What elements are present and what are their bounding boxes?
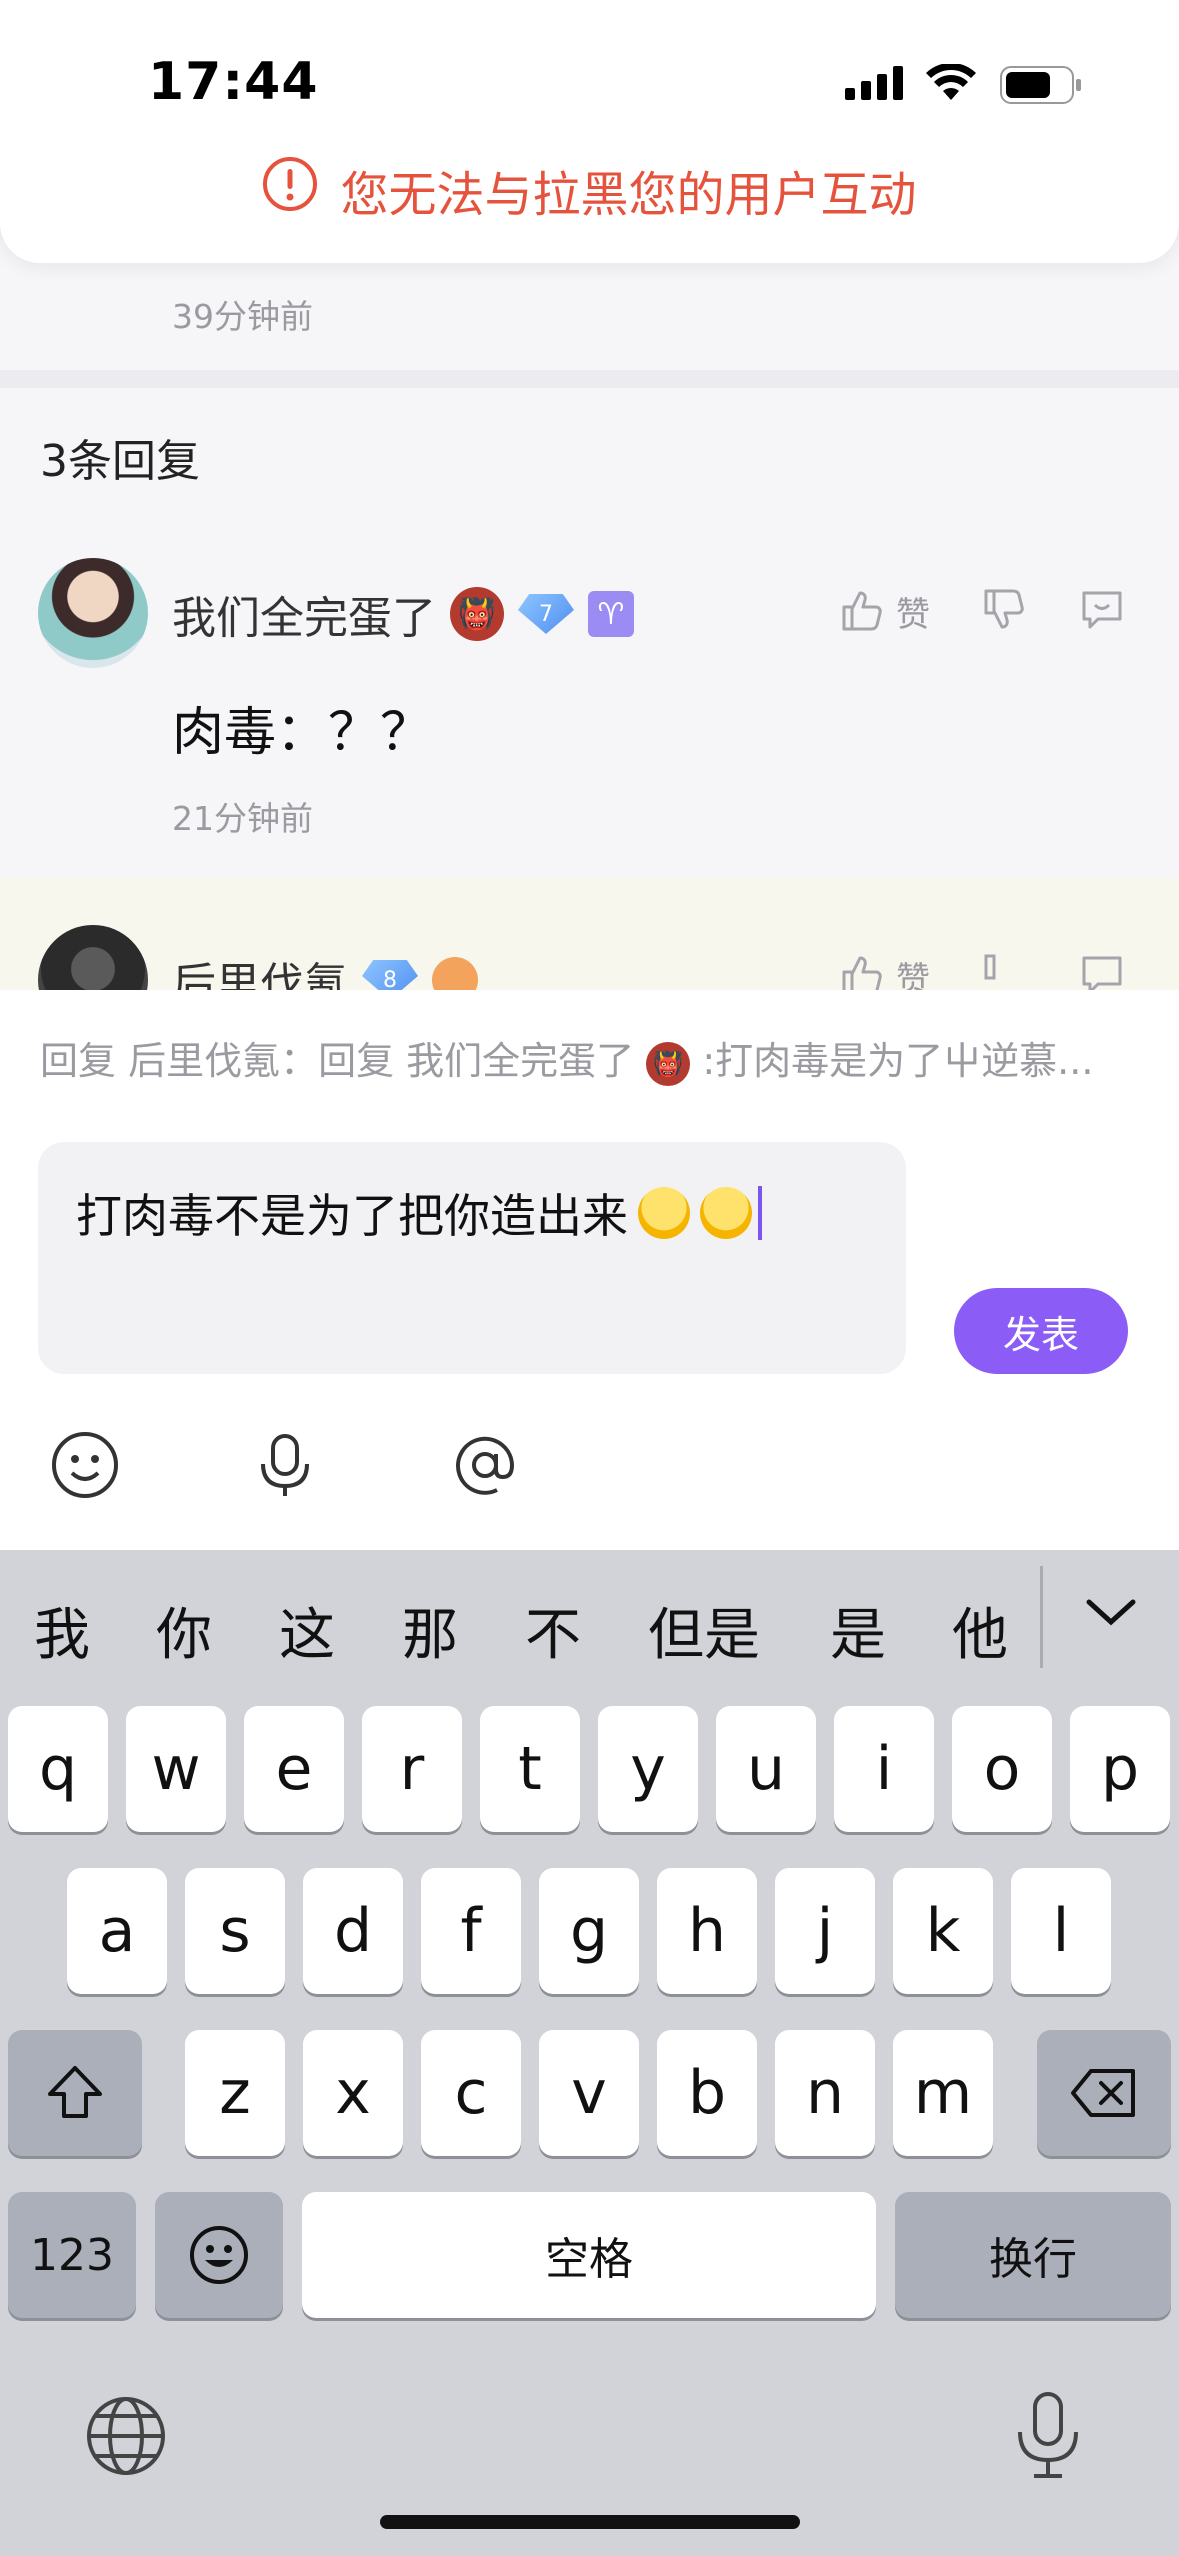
thumbs-down-icon <box>984 589 1024 629</box>
reply-username[interactable]: 我们全完蛋了 👹 7 ♈ <box>172 582 634 646</box>
key-l[interactable]: l <box>1011 1868 1111 1994</box>
key-n[interactable]: n <box>775 2030 875 2156</box>
previous-comment-time: 39分钟前 <box>172 297 313 336</box>
globe-icon <box>87 2397 165 2475</box>
key-t[interactable]: t <box>480 1706 580 1832</box>
level-badge: 7 <box>518 594 574 634</box>
key-w[interactable]: w <box>126 1706 226 1832</box>
devil-emoji-icon: 👹 <box>646 1041 691 1086</box>
key-x[interactable]: x <box>303 2030 403 2156</box>
backspace-icon <box>1071 2069 1135 2117</box>
candidate-bar: 我 你 这 那 不 但是 是 他 <box>0 1550 1179 1700</box>
key-u[interactable]: u <box>716 1706 816 1832</box>
delete-key[interactable] <box>1037 2030 1171 2156</box>
key-a[interactable]: a <box>67 1868 167 1994</box>
key-s[interactable]: s <box>185 1868 285 1994</box>
numbers-key[interactable]: 123 <box>8 2192 136 2318</box>
reply-target-hint: 回复 后里伐氪：回复 我们全完蛋了 👹 :打肉毒是为了屮逆慕... <box>40 1030 1140 1086</box>
shift-key[interactable] <box>8 2030 142 2156</box>
wifi-icon <box>925 62 977 106</box>
key-c[interactable]: c <box>421 2030 521 2156</box>
key-e[interactable]: e <box>244 1706 344 1832</box>
reply-content: 肉毒：？？ <box>172 703 433 763</box>
text-caret <box>758 1186 762 1240</box>
post-button[interactable]: 发表 <box>954 1288 1128 1374</box>
dislike-button[interactable] <box>980 585 1028 637</box>
battery-icon <box>1000 66 1082 108</box>
key-m[interactable]: m <box>893 2030 993 2156</box>
laughing-face-icon <box>700 1187 752 1239</box>
candidate-word[interactable]: 那 <box>402 1590 458 1671</box>
dictation-button[interactable] <box>1010 2390 1086 2484</box>
key-f[interactable]: f <box>421 1868 521 1994</box>
candidate-word[interactable]: 不 <box>525 1590 581 1671</box>
cellular-signal-icon <box>845 66 905 104</box>
candidate-word[interactable]: 是 <box>830 1590 886 1671</box>
mention-button[interactable] <box>450 1430 520 1504</box>
home-indicator[interactable] <box>380 2515 800 2529</box>
candidate-word[interactable]: 这 <box>279 1590 335 1671</box>
candidate-word[interactable]: 你 <box>156 1590 212 1671</box>
warning-icon <box>262 156 318 224</box>
key-p[interactable]: p <box>1070 1706 1170 1832</box>
key-o[interactable]: o <box>952 1706 1052 1832</box>
thumbs-up-icon <box>842 591 882 631</box>
space-key[interactable]: 空格 <box>302 2192 876 2318</box>
key-q[interactable]: q <box>8 1706 108 1832</box>
replies-count: 3条回复 <box>40 436 200 487</box>
key-h[interactable]: h <box>657 1868 757 1994</box>
comment-icon <box>1082 591 1122 629</box>
candidate-word[interactable]: 他 <box>952 1590 1008 1671</box>
status-time: 17:44 <box>148 52 319 112</box>
composer-toolbar <box>50 1430 520 1504</box>
return-key[interactable]: 换行 <box>895 2192 1171 2318</box>
avatar[interactable] <box>38 558 148 668</box>
key-k[interactable]: k <box>893 1868 993 1994</box>
key-y[interactable]: y <box>598 1706 698 1832</box>
microphone-icon <box>261 1434 309 1496</box>
key-j[interactable]: j <box>775 1868 875 1994</box>
key-z[interactable]: z <box>185 2030 285 2156</box>
key-g[interactable]: g <box>539 1868 639 1994</box>
key-b[interactable]: b <box>657 2030 757 2156</box>
status-toast-card: 17:44 您无法与拉黑您的用户互动 <box>0 0 1179 263</box>
key-d[interactable]: d <box>303 1868 403 1994</box>
candidate-word[interactable]: 但是 <box>648 1590 760 1671</box>
comment-button[interactable] <box>1078 585 1126 637</box>
microphone-icon <box>1018 2392 1078 2478</box>
like-button[interactable]: 赞 <box>838 587 930 636</box>
reply-time: 21分钟前 <box>172 799 313 838</box>
toast-message: 您无法与拉黑您的用户互动 <box>340 167 917 223</box>
shift-icon <box>48 2066 102 2118</box>
voice-button[interactable] <box>250 1430 320 1504</box>
key-r[interactable]: r <box>362 1706 462 1832</box>
emoji-key[interactable] <box>155 2192 283 2318</box>
emoji-icon <box>190 2226 248 2284</box>
reply-input-text[interactable]: 打肉毒不是为了把你造出来 <box>76 1180 762 1246</box>
globe-button[interactable] <box>84 2394 168 2482</box>
section-divider <box>0 370 1179 388</box>
smiley-icon <box>52 1432 118 1498</box>
devil-emoji-icon: 👹 <box>450 587 504 641</box>
laughing-face-icon <box>638 1187 690 1239</box>
emoji-button[interactable] <box>50 1430 120 1504</box>
aries-icon: ♈ <box>588 591 634 637</box>
blocked-toast: 您无法与拉黑您的用户互动 <box>0 155 1179 225</box>
key-v[interactable]: v <box>539 2030 639 2156</box>
reply-input[interactable] <box>38 1142 906 1374</box>
at-sign-icon <box>456 1436 515 1495</box>
key-i[interactable]: i <box>834 1706 934 1832</box>
reply-actions: 赞 <box>838 585 1126 637</box>
candidate-word[interactable]: 我 <box>34 1590 90 1671</box>
